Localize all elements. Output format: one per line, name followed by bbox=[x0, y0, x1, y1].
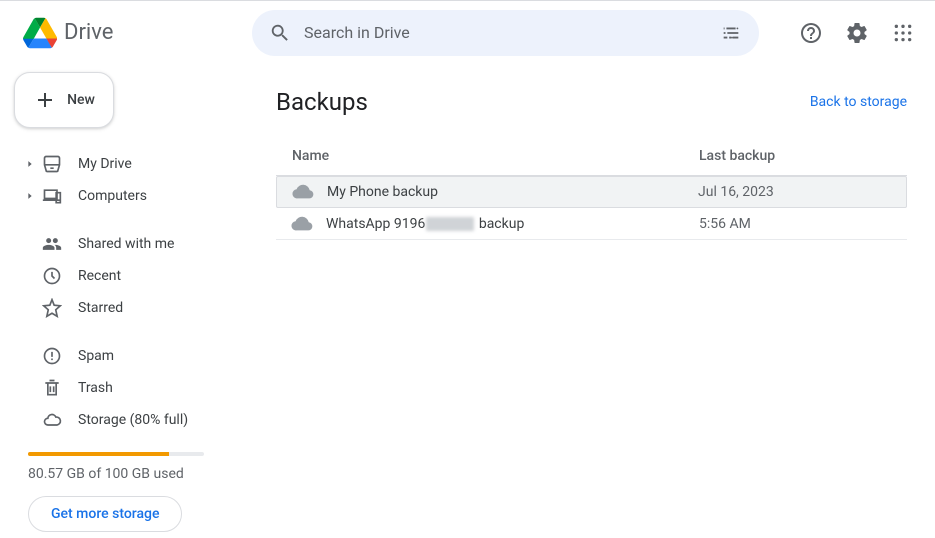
sidebar-item-spam[interactable]: Spam bbox=[20, 340, 240, 372]
new-button-label: New bbox=[67, 92, 95, 108]
app-name: Drive bbox=[64, 20, 113, 45]
storage-progress-bar bbox=[28, 452, 204, 456]
sidebar-item-recent[interactable]: Recent bbox=[20, 260, 240, 292]
search-filter-icon[interactable] bbox=[711, 13, 751, 53]
sidebar: New My Drive Computers Shared with me bbox=[0, 64, 254, 538]
my-drive-icon bbox=[40, 152, 64, 176]
back-to-storage-link[interactable]: Back to storage bbox=[810, 94, 907, 110]
storage-usage-text: 80.57 GB of 100 GB used bbox=[28, 466, 240, 482]
people-icon bbox=[40, 232, 64, 256]
drive-logo-icon bbox=[20, 13, 60, 53]
sidebar-item-storage[interactable]: Storage (80% full) bbox=[20, 404, 240, 436]
logo-group[interactable]: Drive bbox=[20, 13, 252, 53]
clock-icon bbox=[40, 264, 64, 288]
chevron-right-icon bbox=[24, 191, 36, 201]
computers-icon bbox=[40, 184, 64, 208]
settings-icon[interactable] bbox=[837, 13, 877, 53]
spam-icon bbox=[40, 344, 64, 368]
top-actions bbox=[791, 13, 923, 53]
storage-fill bbox=[28, 452, 169, 456]
page-title: Backups bbox=[276, 88, 368, 116]
sidebar-item-computers[interactable]: Computers bbox=[20, 180, 240, 212]
search-input[interactable] bbox=[300, 23, 711, 42]
page-header: Backups Back to storage bbox=[276, 88, 907, 116]
search-bar[interactable] bbox=[252, 10, 759, 56]
sidebar-item-shared[interactable]: Shared with me bbox=[20, 228, 240, 260]
row-name: WhatsApp 9196 backup bbox=[320, 216, 699, 232]
chevron-right-icon bbox=[24, 159, 36, 169]
backups-table: Name Last backup My Phone backup Jul 16,… bbox=[276, 136, 907, 240]
new-button[interactable]: New bbox=[14, 72, 114, 128]
plus-icon bbox=[33, 88, 57, 112]
table-row[interactable]: My Phone backup Jul 16, 2023 bbox=[276, 176, 907, 208]
row-date: Jul 16, 2023 bbox=[698, 184, 898, 200]
redacted-text bbox=[426, 217, 474, 231]
row-date: 5:56 AM bbox=[699, 216, 899, 232]
help-icon[interactable] bbox=[791, 13, 831, 53]
column-header-date[interactable]: Last backup bbox=[699, 148, 899, 164]
apps-grid-icon[interactable] bbox=[883, 13, 923, 53]
star-icon bbox=[40, 296, 64, 320]
column-header-name[interactable]: Name bbox=[284, 148, 699, 164]
table-row[interactable]: WhatsApp 9196 backup 5:56 AM bbox=[276, 208, 907, 240]
search-icon[interactable] bbox=[260, 13, 300, 53]
get-more-storage-button[interactable]: Get more storage bbox=[28, 496, 182, 532]
main-content: Backups Back to storage Name Last backup… bbox=[254, 64, 935, 538]
backup-cloud-icon bbox=[285, 181, 321, 203]
sidebar-item-trash[interactable]: Trash bbox=[20, 372, 240, 404]
backup-cloud-icon bbox=[284, 213, 320, 235]
sidebar-item-my-drive[interactable]: My Drive bbox=[20, 148, 240, 180]
row-name: My Phone backup bbox=[321, 184, 698, 200]
table-header: Name Last backup bbox=[276, 136, 907, 176]
topbar: Drive bbox=[0, 0, 935, 64]
cloud-icon bbox=[40, 408, 64, 432]
trash-icon bbox=[40, 376, 64, 400]
sidebar-item-starred[interactable]: Starred bbox=[20, 292, 240, 324]
